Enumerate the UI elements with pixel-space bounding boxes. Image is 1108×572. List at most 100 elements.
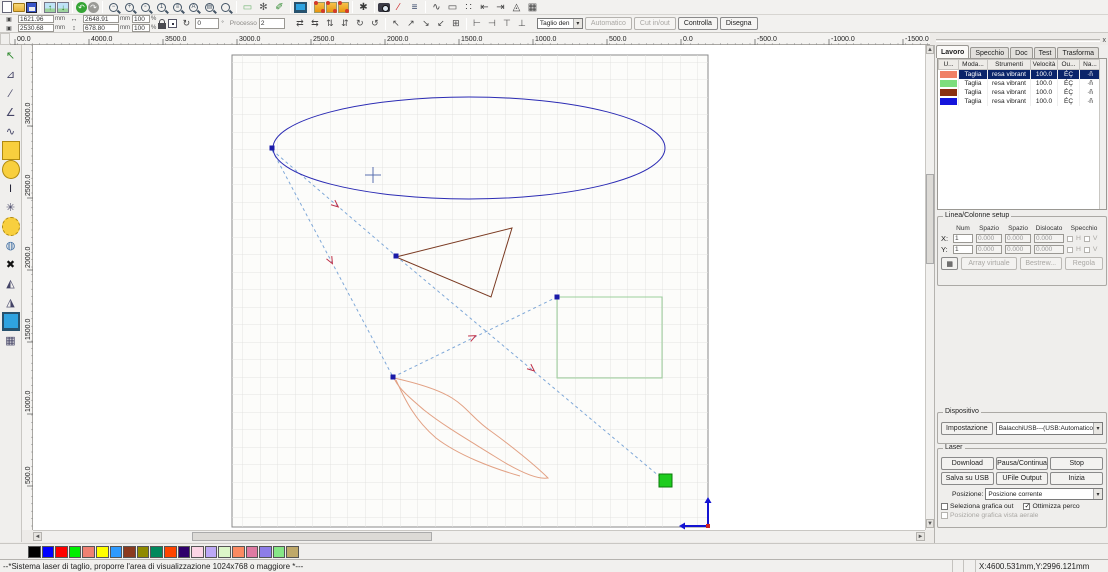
disegna-button[interactable]: Disegna: [720, 17, 758, 30]
array-grid-icon[interactable]: ▦: [2, 331, 20, 350]
stop-button[interactable]: Stop: [1050, 457, 1103, 470]
layer-cell[interactable]: Taglia: [959, 88, 988, 97]
salva-su-usb-button[interactable]: Salva su USB: [941, 472, 994, 485]
layer-cell[interactable]: Taglia: [959, 79, 988, 88]
width-field[interactable]: 2648.91: [83, 15, 119, 23]
layer-color-swatch[interactable]: [940, 80, 958, 87]
layer-cell[interactable]: resa vibrant: [988, 70, 1031, 79]
seleziona-checkbox[interactable]: [941, 503, 948, 510]
palette-color-swatch[interactable]: [123, 546, 136, 558]
scale-x-field[interactable]: 100: [132, 15, 150, 23]
layer-list-scrollbar[interactable]: [1099, 59, 1106, 209]
distribute-v-icon[interactable]: ⇥: [493, 1, 508, 14]
y-dislocato-field[interactable]: 0.000: [1034, 245, 1064, 254]
bestrew--button[interactable]: Bestrew...: [1020, 257, 1062, 270]
x-mirror-h-checkbox[interactable]: [1067, 236, 1073, 242]
zoom-1to1-icon[interactable]: 1: [157, 3, 166, 12]
tab-lavoro[interactable]: Lavoro: [936, 45, 969, 58]
rotate-ccw-icon[interactable]: ↺: [368, 17, 382, 31]
pen-preview-icon[interactable]: ✐: [272, 1, 287, 14]
tab-trasforma[interactable]: Trasforma: [1057, 47, 1099, 58]
scroll-up-icon[interactable]: ▲: [926, 45, 934, 54]
align-left-icon[interactable]: ⊢: [470, 17, 484, 31]
align-bottom-right-icon[interactable]: ↘: [419, 17, 433, 31]
export-image-icon[interactable]: ↓: [57, 2, 69, 13]
zoom-find-icon[interactable]: [221, 3, 230, 12]
vertical-scrollbar[interactable]: ▲ ▼: [925, 45, 934, 530]
layer-cell[interactable]: ÉÇ: [1058, 70, 1080, 79]
track-frame-icon[interactable]: ✻: [256, 1, 271, 14]
text-tool-icon[interactable]: I: [2, 179, 20, 198]
align-bottom-left-icon[interactable]: ↙: [434, 17, 448, 31]
layer-cell[interactable]: [939, 97, 959, 106]
redo-icon[interactable]: ↷: [88, 2, 99, 13]
layer-cell[interactable]: resa vibrant: [988, 97, 1031, 106]
star-tool-icon[interactable]: ✳: [2, 198, 20, 217]
palette-color-swatch[interactable]: [150, 546, 163, 558]
palette-color-swatch[interactable]: [42, 546, 55, 558]
device-combo-arrow-icon[interactable]: ▾: [1093, 423, 1102, 434]
scroll-down-icon[interactable]: ▼: [926, 519, 934, 528]
posizione-combo-arrow-icon[interactable]: ▾: [1093, 489, 1102, 499]
camera-icon[interactable]: [378, 3, 390, 12]
height-field[interactable]: 678.80: [83, 24, 119, 32]
curve-tool-icon[interactable]: ∿: [429, 1, 444, 14]
measure-list-icon[interactable]: ≡: [407, 1, 422, 14]
layer-cell[interactable]: 100.0: [1031, 70, 1058, 79]
anchor-point-icon[interactable]: [168, 19, 177, 28]
controlla-button[interactable]: Controlla: [678, 17, 718, 30]
laser-anchor-point[interactable]: [659, 474, 672, 487]
x-position-field[interactable]: 1621.96: [18, 15, 54, 23]
palette-color-swatch[interactable]: [96, 546, 109, 558]
layer-cell[interactable]: ·ñ: [1080, 88, 1101, 97]
layer-cell[interactable]: ÉÇ: [1058, 88, 1080, 97]
scroll-right-icon[interactable]: ►: [916, 532, 925, 541]
settings-gear-icon[interactable]: ✱: [356, 1, 371, 14]
panel-splitter[interactable]: x: [936, 37, 1106, 44]
y-spazio-field[interactable]: 0.000: [976, 245, 1002, 254]
scale-y-field[interactable]: 100: [132, 24, 150, 32]
layer-cell[interactable]: resa vibrant: [988, 88, 1031, 97]
layer-cell[interactable]: ·ñ: [1080, 70, 1101, 79]
mirror-lr-icon[interactable]: ⇄: [293, 17, 307, 31]
array-preview-icon[interactable]: ▦: [941, 257, 958, 270]
distribute-h-icon[interactable]: ⇤: [477, 1, 492, 14]
canvas-viewport[interactable]: [33, 45, 925, 530]
layer-cell[interactable]: Taglia: [959, 70, 988, 79]
delete-tool-icon[interactable]: ✖: [2, 255, 20, 274]
rectangle-draw-icon[interactable]: [2, 141, 20, 160]
column-header[interactable]: Ou...: [1058, 60, 1080, 70]
scroll-left-icon[interactable]: ◄: [33, 532, 42, 541]
monitor-preview-icon[interactable]: [294, 2, 307, 13]
horizontal-scrollbar[interactable]: ◄ ►: [33, 530, 925, 542]
path-node-marker[interactable]: [391, 375, 396, 380]
y-mirror-h-checkbox[interactable]: [1067, 247, 1073, 253]
path-node-marker[interactable]: [394, 254, 399, 259]
layer-cell[interactable]: [939, 88, 959, 97]
rotate-field[interactable]: 0: [195, 18, 219, 29]
layer-cell[interactable]: [939, 70, 959, 79]
open-folder-icon[interactable]: [13, 3, 25, 12]
send-machine-icon[interactable]: ◬: [509, 1, 524, 14]
preview-screen-icon[interactable]: [2, 312, 20, 331]
mirror-tb-icon[interactable]: ⇅: [323, 17, 337, 31]
cutinout-button[interactable]: Cut in/out: [634, 17, 676, 30]
mirror-bt-icon[interactable]: ⇵: [338, 17, 352, 31]
dashed-ellipse-icon[interactable]: [2, 217, 20, 236]
layer-row[interactable]: Tagliaresa vibrant100.0ÉÇ·ñ: [939, 70, 1101, 79]
palette-color-swatch[interactable]: [286, 546, 299, 558]
line-tool-icon[interactable]: ∕: [2, 84, 20, 103]
lock-ratio-icon[interactable]: [158, 23, 166, 29]
layer-cell[interactable]: 100.0: [1031, 97, 1058, 106]
inizia-button[interactable]: Inizia: [1050, 472, 1103, 485]
zoom-page-icon[interactable]: ▤: [205, 3, 214, 12]
new-file-icon[interactable]: [2, 1, 12, 13]
palette-color-swatch[interactable]: [137, 546, 150, 558]
palette-color-swatch[interactable]: [232, 546, 245, 558]
align-top-left-icon[interactable]: ↖: [389, 17, 403, 31]
x-spazio-field[interactable]: 0.000: [976, 234, 1002, 243]
ottimizza-checkbox[interactable]: ✓: [1023, 503, 1030, 510]
frame-preview-icon[interactable]: ▭: [240, 1, 255, 14]
layer-cell[interactable]: 100.0: [1031, 88, 1058, 97]
simulate-2-icon[interactable]: [326, 2, 337, 13]
